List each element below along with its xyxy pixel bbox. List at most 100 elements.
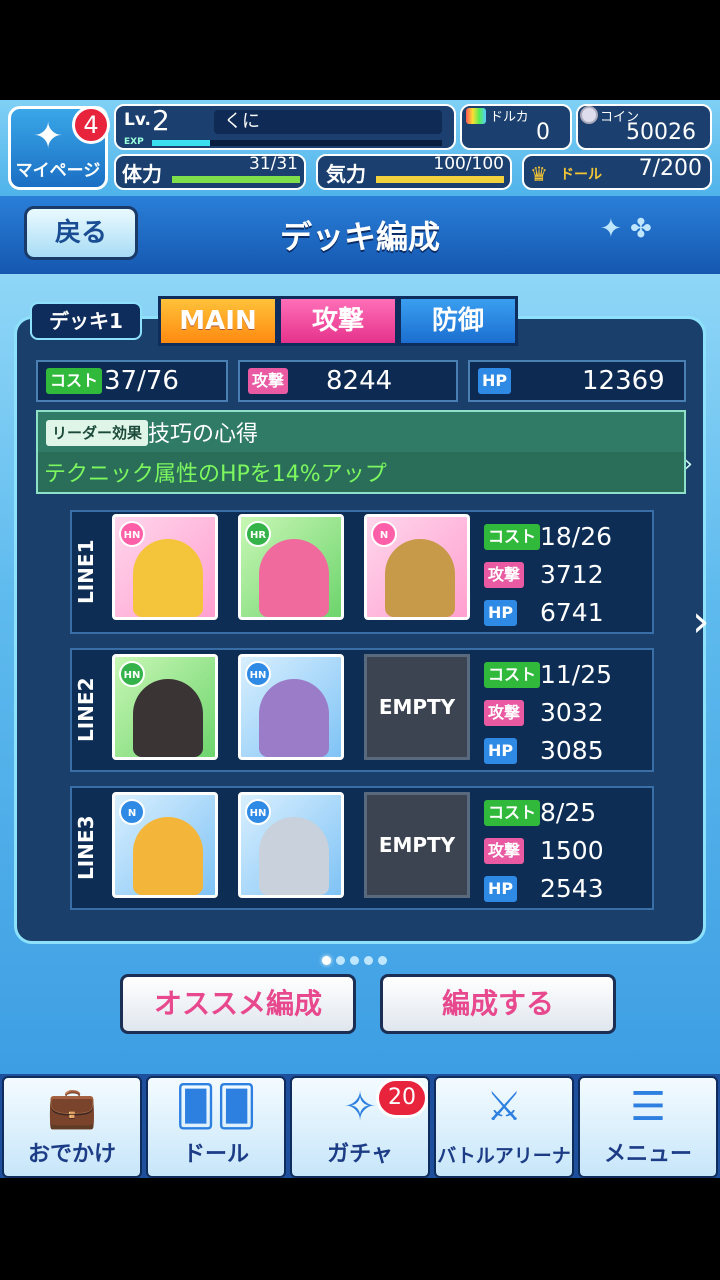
spirit-value: 100/100 — [433, 154, 504, 174]
crown-icon: ♛ — [530, 162, 548, 186]
doll-portrait — [133, 817, 203, 895]
doll-portrait — [133, 539, 203, 617]
cost-tag: コスト — [484, 662, 541, 688]
doll-portrait — [259, 679, 329, 757]
attack-tag: 攻撃 — [484, 838, 525, 864]
nav-label: バトルアリーナ — [437, 1145, 571, 1167]
hp-tag: HP — [478, 368, 512, 394]
attack-tag: 攻撃 — [248, 368, 289, 394]
nav-label: おでかけ — [27, 1142, 116, 1167]
mypage-notification-badge: 4 — [72, 106, 110, 144]
line-hp-value: 6741 — [540, 598, 604, 627]
deck-cost-box: コスト 37/76 — [36, 360, 228, 402]
leader-skill-description: テクニック属性のHPを14%アップ — [44, 462, 387, 487]
line-label-2: LINE2 — [74, 677, 98, 743]
exp-bar-fill — [152, 140, 210, 146]
tab-main[interactable]: MAIN — [158, 296, 278, 346]
back-button[interactable]: 戻る — [24, 206, 138, 260]
hp-tag: HP — [484, 600, 518, 626]
doll-portrait — [385, 539, 455, 617]
page-dot — [322, 956, 331, 965]
deck-hp-value: 12369 — [582, 366, 665, 396]
nav-doll[interactable]: 🂠🂠 ドール — [146, 1076, 286, 1178]
form-deck-button[interactable]: 編成する — [380, 974, 616, 1034]
leader-effect-label: リーダー効果 — [46, 420, 149, 446]
deck-page-indicator — [322, 950, 412, 965]
leader-skill-name: 技巧の心得 — [148, 422, 259, 447]
spirit-bar-fill — [376, 176, 504, 183]
page-dot — [350, 956, 359, 965]
exp-label: EXP — [124, 137, 144, 147]
recommend-formation-button[interactable]: オススメ編成 — [120, 974, 356, 1034]
deck-attack-value: 8244 — [326, 366, 393, 396]
line-attack-value: 3712 — [540, 560, 604, 589]
cost-tag: コスト — [484, 800, 541, 826]
nav-label: ガチャ — [327, 1142, 393, 1167]
doll-count-label: ドール — [560, 167, 602, 183]
tab-defense[interactable]: 防御 — [398, 296, 518, 346]
doll-card[interactable]: HN — [238, 792, 344, 898]
bottom-black-area — [0, 1178, 720, 1280]
line-cost-value: 11/25 — [540, 660, 613, 689]
level-label: Lv. — [124, 110, 151, 130]
doll-card[interactable]: N — [112, 792, 218, 898]
empty-card-slot[interactable]: EMPTY — [364, 654, 470, 760]
chevron-right-icon: › — [684, 452, 693, 477]
tab-attack[interactable]: 攻撃 — [278, 296, 398, 346]
deck-hp-box: HP 12369 — [468, 360, 686, 402]
cost-tag: コスト — [484, 524, 541, 550]
coin-value: 50026 — [626, 120, 696, 145]
page-dot — [364, 956, 373, 965]
line-attack-value: 1500 — [540, 836, 604, 865]
line-label-3: LINE3 — [74, 815, 98, 881]
doll-card[interactable]: HN — [238, 654, 344, 760]
rarity-badge: HN — [245, 799, 271, 825]
rarity-badge: HN — [119, 661, 145, 687]
mypage-label: マイページ — [15, 161, 101, 181]
line-hp-value: 3085 — [540, 736, 604, 765]
level-value: 2 — [152, 104, 170, 137]
page-dot — [378, 956, 387, 965]
nav-menu[interactable]: ☰ メニュー — [578, 1076, 718, 1178]
doll-card[interactable]: HR — [238, 514, 344, 620]
doll-card[interactable]: HN — [112, 514, 218, 620]
deck-attack-box: 攻撃 8244 — [238, 360, 458, 402]
next-deck-arrow-icon[interactable]: › — [692, 596, 710, 647]
spirit-label: 気力 — [326, 162, 366, 186]
nav-battle-arena[interactable]: ⚔ バトルアリーナ — [434, 1076, 574, 1178]
stamina-bar-fill — [172, 176, 300, 183]
line-hp-value: 2543 — [540, 874, 604, 903]
page-title: デッキ編成 — [279, 218, 440, 256]
doll-card[interactable]: N — [364, 514, 470, 620]
rarity-badge: HR — [245, 521, 271, 547]
deck-name: デッキ1 — [30, 302, 142, 340]
nav-outing[interactable]: 💼 おでかけ — [2, 1076, 142, 1178]
line-label-1: LINE1 — [74, 539, 98, 605]
doll-card[interactable]: HN — [112, 654, 218, 760]
player-name: くに — [214, 110, 442, 134]
nav-label: メニュー — [603, 1142, 692, 1167]
cost-tag: コスト — [46, 368, 103, 394]
briefcase-icon: 💼 — [47, 1085, 97, 1131]
wing-icon: ✦ — [33, 116, 64, 157]
line-cost-value: 8/25 — [540, 798, 597, 827]
line-cost-value: 18/26 — [540, 522, 613, 551]
stamina-value: 31/31 — [249, 154, 298, 174]
nav-label: ドール — [182, 1142, 249, 1167]
menu-icon: ☰ — [630, 1084, 666, 1130]
rarity-badge: N — [119, 799, 145, 825]
empty-card-slot[interactable]: EMPTY — [364, 792, 470, 898]
hp-tag: HP — [484, 738, 518, 764]
attack-tag: 攻撃 — [484, 700, 525, 726]
doll-portrait — [259, 539, 329, 617]
hp-tag: HP — [484, 876, 518, 902]
doll-portrait — [259, 817, 329, 895]
stamina-label: 体力 — [122, 162, 162, 186]
dollcard-value: 0 — [536, 120, 550, 145]
rarity-badge: HN — [119, 521, 145, 547]
crossed-swords-icon: ⚔ — [486, 1084, 522, 1130]
status-bar-area — [0, 0, 720, 100]
rarity-badge: HN — [245, 661, 271, 687]
line-attack-value: 3032 — [540, 698, 604, 727]
rarity-badge: N — [371, 521, 397, 547]
